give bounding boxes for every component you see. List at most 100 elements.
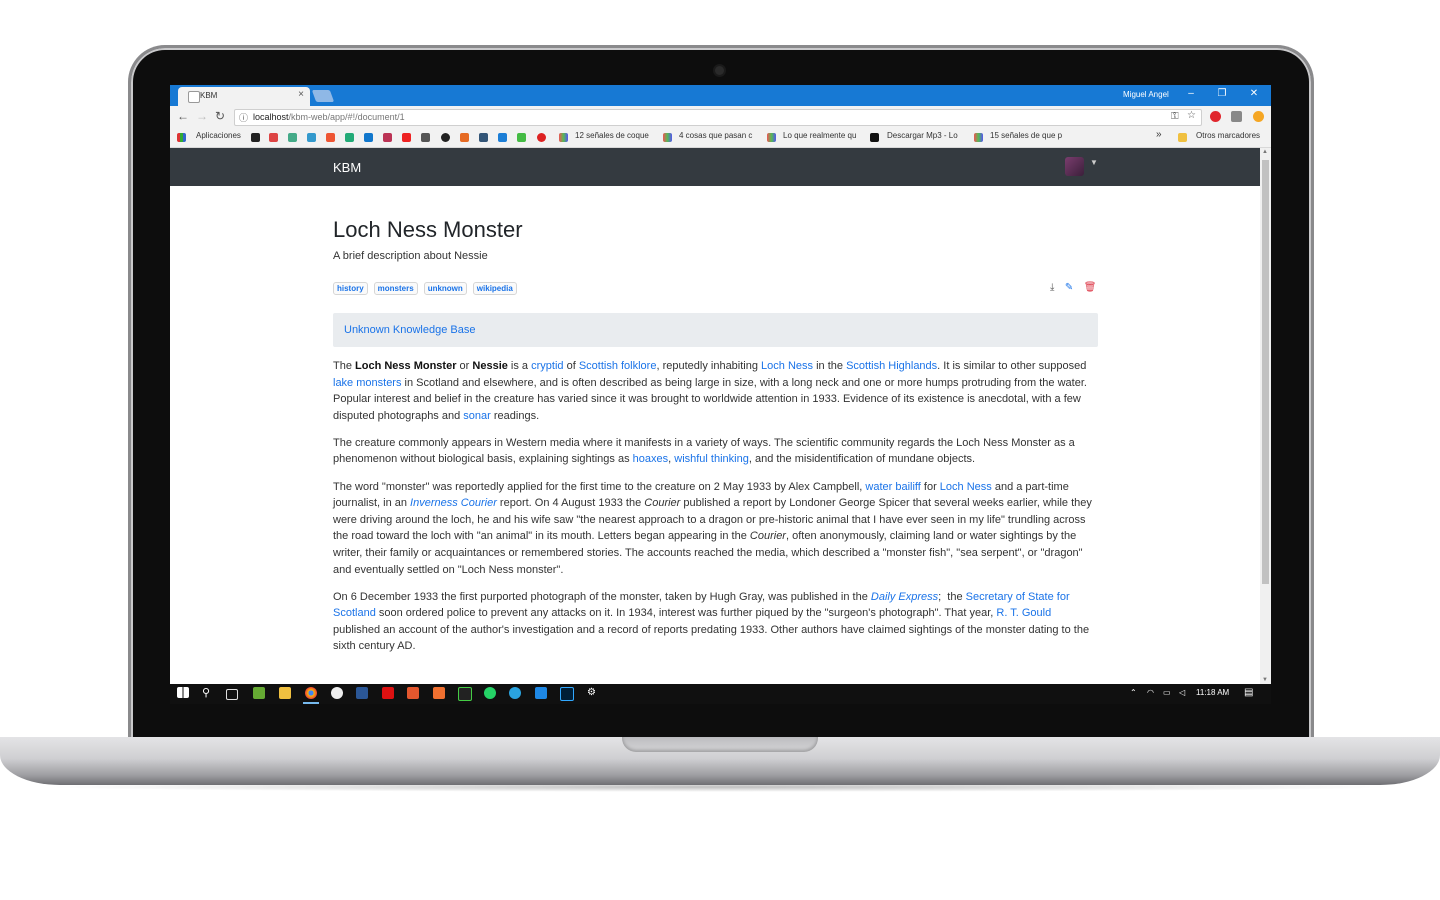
orange-extension-icon[interactable] — [1253, 111, 1264, 122]
trello-icon[interactable] — [498, 133, 507, 142]
other-bookmarks[interactable]: Otros marcadores — [1196, 131, 1260, 140]
new-tab-button[interactable] — [311, 90, 335, 102]
link-scottish-highlands[interactable]: Scottish Highlands — [846, 360, 937, 372]
link-daily-express[interactable]: Daily Express — [871, 591, 938, 603]
photoshop-icon[interactable] — [560, 687, 574, 701]
bookmark-icon-16[interactable] — [537, 133, 546, 142]
bookmark-icon-1[interactable] — [251, 133, 260, 142]
user-avatar[interactable] — [1065, 157, 1084, 176]
page-scrollbar[interactable]: ▲ ▼ — [1260, 148, 1271, 684]
link-inverness-courier[interactable]: Inverness Courier — [410, 497, 497, 509]
bookmark-icon-7[interactable] — [364, 133, 373, 142]
acrobat-icon[interactable] — [382, 687, 394, 699]
wifi-icon[interactable]: ◠ — [1147, 688, 1154, 697]
taskbar-app-1[interactable] — [253, 687, 265, 699]
scroll-down-icon[interactable]: ▼ — [1262, 677, 1268, 683]
gmail-icon[interactable] — [269, 133, 278, 142]
opera-extension-icon[interactable] — [1210, 111, 1221, 122]
tag-wikipedia[interactable]: wikipedia — [472, 282, 517, 295]
apps-grid-icon[interactable] — [177, 133, 186, 142]
tray-chevron-icon[interactable]: ⌃ — [1130, 688, 1137, 697]
whatsapp-icon[interactable] — [484, 687, 496, 699]
download-icon[interactable]: ⤓ — [1050, 282, 1054, 293]
notifications-icon[interactable]: ▤ — [1244, 687, 1253, 698]
link-cryptid[interactable]: cryptid — [531, 360, 563, 372]
bookmark-icon-13[interactable] — [479, 133, 488, 142]
link-hoaxes[interactable]: hoaxes — [633, 453, 668, 465]
more-bookmarks-icon[interactable]: » — [1156, 129, 1162, 140]
search-icon[interactable]: ⚲ — [202, 686, 210, 699]
bookmark-4-cosas[interactable]: 4 cosas que pasan c — [679, 131, 757, 140]
vue-icon[interactable] — [345, 133, 354, 142]
bookmark-descargar-mp3[interactable]: Descargar Mp3 - Lo — [887, 131, 962, 140]
edit-icon[interactable]: ✎ — [1065, 282, 1073, 293]
battery-icon[interactable]: ▭ — [1163, 688, 1171, 697]
vscode-icon[interactable] — [535, 687, 547, 699]
play-icon[interactable] — [870, 133, 879, 142]
tag-history[interactable]: history — [333, 282, 368, 295]
scroll-up-icon[interactable]: ▲ — [1262, 149, 1268, 155]
link-sonar[interactable]: sonar — [463, 410, 491, 422]
minimize-button[interactable]: – — [1181, 88, 1201, 99]
bookmark-icon-20[interactable] — [974, 133, 983, 142]
close-window-button[interactable]: ✕ — [1244, 88, 1264, 99]
restore-button[interactable]: ❐ — [1212, 88, 1232, 99]
folder-icon — [1178, 133, 1187, 142]
knowledge-base-link[interactable]: Unknown Knowledge Base — [344, 324, 475, 336]
link-scottish-folklore[interactable]: Scottish folklore — [579, 360, 657, 372]
taskbar-app-4[interactable] — [433, 687, 445, 699]
terminal-icon[interactable] — [458, 687, 472, 701]
bookmark-icon-10[interactable] — [421, 133, 430, 142]
volume-icon[interactable]: ◁ — [1179, 688, 1185, 697]
address-bar[interactable]: ⓘ localhost/kbm-web/app/#!/document/1 ⚿ … — [234, 109, 1202, 126]
drive-icon[interactable] — [307, 133, 316, 142]
taskbar-clock[interactable]: 11:18 AM — [1196, 688, 1229, 697]
extension-icon[interactable] — [1231, 111, 1242, 122]
caret-down-icon[interactable]: ▼ — [1090, 158, 1098, 167]
link-lake-monsters[interactable]: lake monsters — [333, 377, 401, 389]
file-explorer-icon[interactable] — [279, 687, 291, 699]
bookmark-icon-15[interactable] — [517, 133, 526, 142]
tag-monsters[interactable]: monsters — [373, 282, 418, 295]
word-icon[interactable] — [356, 687, 368, 699]
youtube-icon[interactable] — [402, 133, 411, 142]
link-loch-ness[interactable]: Loch Ness — [761, 360, 813, 372]
bookmark-icon-3[interactable] — [288, 133, 297, 142]
forward-icon[interactable]: → — [196, 109, 208, 123]
back-icon[interactable]: ← — [177, 109, 189, 123]
link-wishful-thinking[interactable]: wishful thinking — [674, 453, 749, 465]
tab-kbm[interactable]: KBM × — [178, 87, 310, 106]
reload-icon[interactable]: ↻ — [215, 109, 225, 123]
bookmark-icon-18[interactable] — [663, 133, 672, 142]
bookmark-icon-5[interactable] — [326, 133, 335, 142]
key-icon[interactable]: ⚿ — [1171, 111, 1179, 122]
scroll-thumb[interactable] — [1262, 160, 1269, 584]
bookmark-icon-8[interactable] — [383, 133, 392, 142]
bookmark-icon-17[interactable] — [559, 133, 568, 142]
bookmark-15-senales[interactable]: 15 señales de que p — [990, 131, 1065, 140]
bookmark-lo-que-realmente[interactable]: Lo que realmente qu — [783, 131, 861, 140]
delete-icon[interactable]: 🗑 — [1084, 282, 1097, 293]
app-brand[interactable]: KBM — [333, 160, 361, 175]
profile-name[interactable]: Miguel Angel — [1123, 90, 1169, 99]
taskbar-app-3[interactable] — [407, 687, 419, 699]
link-rt-gould[interactable]: R. T. Gould — [996, 607, 1051, 619]
bookmark-apps[interactable]: Aplicaciones — [196, 131, 241, 140]
tag-unknown[interactable]: unknown — [423, 282, 467, 295]
gitlab-icon[interactable] — [460, 133, 469, 142]
windows-start-icon[interactable] — [177, 687, 189, 698]
link-water-bailiff[interactable]: water bailiff — [865, 481, 920, 493]
bookmark-star-icon[interactable]: ☆ — [1187, 110, 1196, 121]
site-info-icon[interactable]: ⓘ — [239, 111, 248, 124]
link-loch-ness-2[interactable]: Loch Ness — [940, 481, 992, 493]
telegram-icon[interactable] — [509, 687, 521, 699]
bookmark-icon-19[interactable] — [767, 133, 776, 142]
task-view-icon[interactable] — [226, 689, 238, 700]
taskbar-app-2[interactable] — [331, 687, 343, 699]
settings-icon[interactable]: ⚙ — [587, 687, 596, 698]
paragraph-3: The word "monster" was reportedly applie… — [333, 480, 1092, 576]
tab-close-icon[interactable]: × — [298, 89, 304, 100]
bookmark-12-senales[interactable]: 12 señales de coque — [575, 131, 653, 140]
github-icon[interactable] — [441, 133, 450, 142]
chrome-icon[interactable] — [305, 687, 317, 699]
